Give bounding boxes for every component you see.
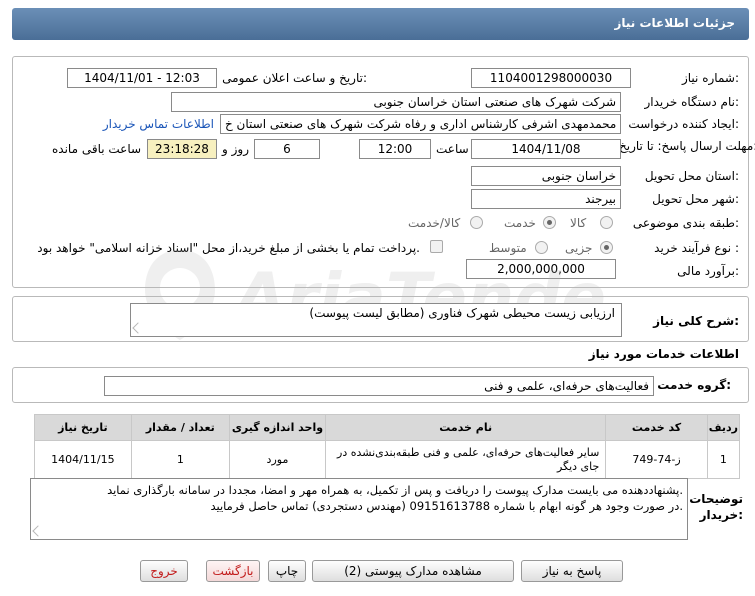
back-button[interactable]: بازگشت — [206, 560, 260, 582]
category-radio-goods[interactable] — [600, 216, 613, 229]
city-label: شهر محل تحویل: — [652, 192, 739, 206]
province-field: خراسان جنوبی — [471, 166, 621, 186]
treasury-note: پرداخت تمام یا بخشی از مبلغ خرید،از محل … — [37, 241, 420, 255]
items-table-wrap: ردیف کد خدمت نام خدمت واحد اندازه گیری ت… — [34, 414, 741, 479]
need-number-label: شماره نیاز: — [681, 71, 739, 85]
province-label: استان محل تحویل: — [644, 169, 739, 183]
days-field: 6 — [254, 139, 320, 159]
buyer-label: نام دستگاه خریدار: — [644, 95, 740, 109]
process-option-minor: جزیی — [565, 241, 593, 255]
days-label: روز و — [222, 142, 249, 156]
exit-button[interactable]: خروج — [140, 560, 188, 582]
remaining-label: ساعت باقی مانده — [52, 142, 142, 156]
col-name: نام خدمت — [325, 414, 607, 441]
buyer-notes-line-2: در صورت وجود هر گونه ابهام با شماره 0915… — [210, 499, 683, 513]
category-option-goods-service: کالا/خدمت — [408, 216, 461, 230]
deadline-time-label: ساعت — [436, 142, 469, 156]
deadline-date-field: 1404/11/08 — [471, 139, 621, 159]
buyer-notes-textarea[interactable]: پشنهاددهنده می بایست مدارک پیوست را دریا… — [30, 478, 688, 540]
service-group-field: فعالیت‌های حرفه‌ای، علمی و فنی — [104, 376, 654, 396]
process-radio-medium[interactable] — [535, 241, 548, 254]
cell-unit: مورد — [228, 440, 327, 479]
category-radio-goods-service[interactable] — [470, 216, 483, 229]
summary-textarea[interactable]: ارزیابی زیست محیطی شهرک فناوری (مطابق لی… — [130, 303, 622, 337]
view-attachments-button[interactable]: مشاهده مدارک پیوستی (2) — [312, 560, 514, 582]
services-heading: اطلاعات خدمات مورد نیاز — [588, 347, 739, 361]
creator-field: محمدمهدی اشرفی کارشناس اداری و رفاه شرکت… — [220, 114, 621, 134]
items-table: ردیف کد خدمت نام خدمت واحد اندازه گیری ت… — [34, 414, 741, 479]
col-row: ردیف — [706, 414, 741, 441]
reply-button[interactable]: پاسخ به نیاز — [521, 560, 623, 582]
cell-name: سایر فعالیت‌های حرفه‌ای، علمی و فنی طبقه… — [325, 440, 607, 479]
cell-date: 1404/11/15 — [34, 440, 132, 479]
resize-handle-icon[interactable] — [132, 322, 144, 334]
cell-code: ز-74-749 — [605, 440, 708, 479]
remaining-time-field: 23:18:28 — [147, 139, 217, 159]
process-radio-minor[interactable] — [600, 241, 613, 254]
need-number-field: 1104001298000030 — [471, 68, 631, 88]
announce-label: تاریخ و ساعت اعلان عمومی: — [222, 71, 367, 85]
process-label: نوع فرآیند خرید : — [654, 241, 739, 255]
summary-text: ارزیابی زیست محیطی شهرک فناوری (مطابق لی… — [309, 306, 615, 320]
city-field: بیرجند — [471, 189, 621, 209]
resize-handle-icon[interactable] — [32, 525, 44, 537]
cell-row: 1 — [706, 440, 741, 479]
buyer-notes-label: توضیحات خریدار: — [689, 492, 743, 522]
creator-label: ایجاد کننده درخواست: — [628, 117, 739, 131]
summary-label: شرح کلی نیاز: — [653, 314, 739, 328]
budget-label: برآورد مالی: — [677, 264, 739, 278]
category-label: طبقه بندی موضوعی: — [632, 216, 739, 230]
treasury-checkbox[interactable] — [430, 240, 443, 253]
budget-field: 2,000,000,000 — [466, 259, 616, 279]
print-button[interactable]: چاپ — [268, 560, 306, 582]
process-option-medium: متوسط — [489, 241, 527, 255]
service-group-label: گروه خدمت: — [657, 378, 731, 392]
buyer-notes-line-1: پشنهاددهنده می بایست مدارک پیوست را دریا… — [107, 483, 683, 497]
deadline-label: مهلت ارسال پاسخ: تا تاریخ: — [619, 139, 755, 153]
col-qty: تعداد / مقدار — [130, 414, 230, 441]
category-radio-service[interactable] — [543, 216, 556, 229]
col-code: کد خدمت — [605, 414, 708, 441]
table-row: 1 ز-74-749 سایر فعالیت‌های حرفه‌ای، علمی… — [34, 440, 741, 479]
buyer-field: شرکت شهرک های صنعتی استان خراسان جنوبی — [171, 92, 621, 112]
page-title: جزئیات اطلاعات نیاز — [614, 16, 735, 30]
page-header: جزئیات اطلاعات نیاز — [12, 8, 749, 40]
announce-field: 1404/11/01 - 12:03 — [67, 68, 217, 88]
buyer-contact-link[interactable]: اطلاعات تماس خریدار — [103, 117, 214, 131]
deadline-time-field: 12:00 — [359, 139, 431, 159]
category-option-service: خدمت — [504, 216, 536, 230]
cell-qty: 1 — [130, 440, 230, 479]
col-date: تاریخ نیاز — [34, 414, 132, 441]
col-unit: واحد اندازه گیری — [228, 414, 327, 441]
category-option-goods: کالا — [570, 216, 587, 230]
